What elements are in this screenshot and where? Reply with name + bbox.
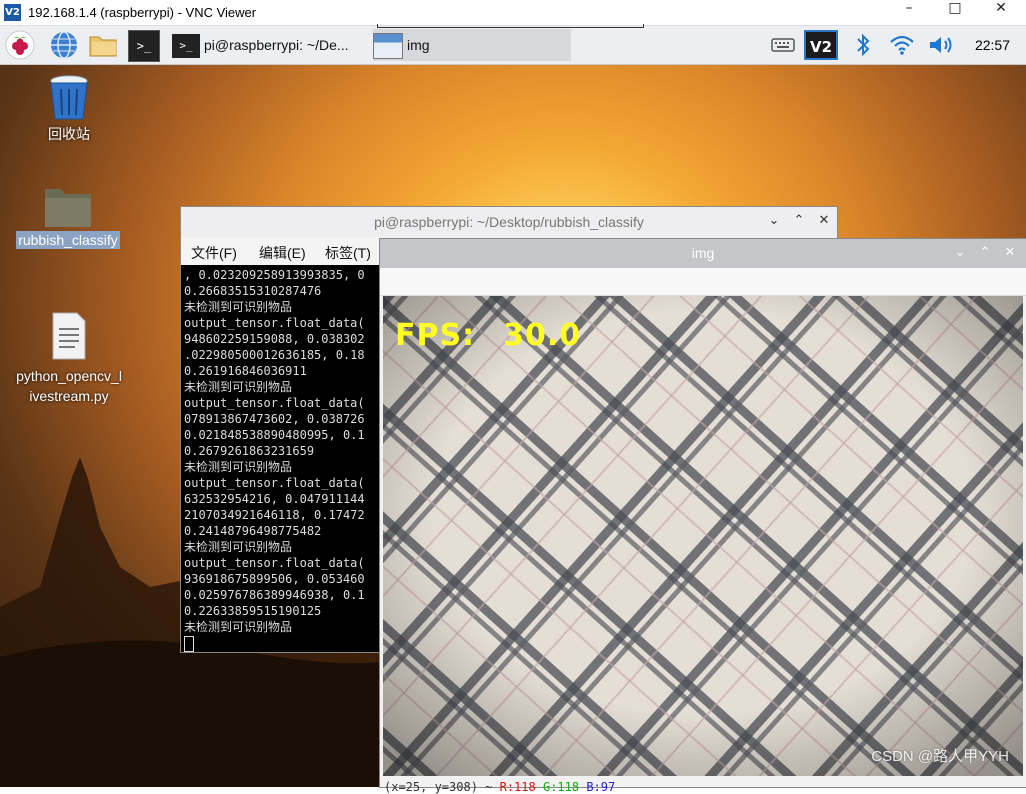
terminal-line: 2107034921646118, 0.17472 (184, 508, 365, 522)
fps-value: 30.0 (503, 318, 582, 353)
terminal-line: 未检测到可识别物品 (184, 460, 293, 474)
img-toolbar (380, 268, 1026, 296)
raspberry-menu-icon[interactable] (5, 30, 35, 60)
terminal-line: 未检测到可识别物品 (184, 300, 293, 314)
terminal-cursor (184, 635, 194, 652)
status-r: R:118 (499, 780, 536, 794)
img-title: img (691, 245, 715, 261)
fps-label: FPS: (395, 318, 476, 353)
terminal-line: 未检测到可识别物品 (184, 540, 293, 554)
desktop-icon-label: rubbish_classify (16, 231, 120, 249)
drag-outline (377, 24, 644, 28)
fps-overlay: FPS: 30.0 (395, 318, 581, 353)
terminal-line: output_tensor.float_data( (184, 396, 365, 410)
folder-icon (45, 189, 91, 227)
volume-icon[interactable] (926, 30, 956, 60)
terminal-line: 0.2679261863231659 (184, 444, 315, 458)
terminal-line: 632532954216, 0.047911144 (184, 492, 365, 506)
status-b: B:97 (586, 780, 616, 794)
window-icon (373, 33, 403, 60)
minimize-button[interactable]: – (886, 0, 932, 25)
menu-file[interactable]: 文件(F) (191, 243, 237, 263)
terminal-line: 0.26683515310287476 (184, 284, 322, 298)
vnc-server-icon[interactable]: V2 (804, 30, 838, 60)
terminal-line: 0.025976786389946938, 0.1 (184, 588, 365, 602)
watermark: CSDN @路人甲YYH (871, 748, 1009, 765)
terminal-launcher-icon[interactable]: >_ (128, 30, 160, 62)
vnc-logo-icon: V2 (4, 4, 21, 21)
clock: 22:57 (974, 37, 1010, 53)
terminal-line: 0.261916846036911 (184, 364, 307, 378)
terminal-line: 936918675899506, 0.053460 (184, 572, 365, 586)
taskbar-task-terminal-label: pi@raspberrypi: ~/De... (204, 37, 349, 53)
terminal-icon: >_ (172, 34, 200, 59)
menu-tabs[interactable]: 标签(T) (325, 243, 371, 263)
terminal-line: output_tensor.float_data( (184, 476, 365, 490)
keyboard-icon[interactable] (770, 30, 796, 60)
terminal-title: pi@raspberrypi: ~/Desktop/rubbish_classi… (374, 214, 644, 230)
img-window: img ⌄ ⌃ ✕ FPS: 30.0 CSDN @路人甲YYH (x=25, … (380, 239, 1026, 794)
close-icon[interactable]: ✕ (1001, 245, 1019, 260)
desktop-icon-label: 回收站 (48, 126, 90, 142)
chevron-up-icon[interactable]: ⌃ (790, 213, 808, 228)
trash-icon (50, 75, 88, 120)
desktop-icon-folder[interactable]: rubbish_classify (8, 185, 128, 249)
maximize-button[interactable]: □ (932, 0, 978, 25)
camera-frame[interactable]: FPS: 30.0 CSDN @路人甲YYH (383, 296, 1023, 776)
terminal-title-bar[interactable]: pi@raspberrypi: ~/Desktop/rubbish_classi… (181, 207, 837, 237)
img-title-bar[interactable]: img ⌄ ⌃ ✕ (380, 239, 1026, 268)
pixel-status: (x=25, y=308) ~ R:118 G:118 B:97 (384, 780, 616, 794)
chevron-down-icon[interactable]: ⌄ (765, 213, 783, 228)
plaid-texture (383, 296, 1023, 776)
taskbar-task-img-label: img (407, 37, 430, 53)
terminal-line: output_tensor.float_data( (184, 556, 365, 570)
terminal-line: 0.22633859515190125 (184, 604, 322, 618)
terminal-line: 078913867473602, 0.038726 (184, 412, 365, 426)
terminal-line: 未检测到可识别物品 (184, 620, 293, 634)
terminal-line: .022980500012636185, 0.18 (184, 348, 365, 362)
taskbar-task-img[interactable]: img (373, 29, 571, 61)
desktop-icon-file[interactable]: python_opencv_l ivestream.py (4, 291, 134, 426)
vnc-title-bar: V2 192.168.1.4 (raspberrypi) - VNC Viewe… (0, 0, 1026, 26)
terminal-line: 未检测到可识别物品 (184, 380, 293, 394)
close-button[interactable]: ✕ (978, 0, 1024, 25)
terminal-line: 0.24148796498775482 (184, 524, 322, 538)
text-file-icon (52, 312, 86, 360)
status-g: G:118 (542, 780, 580, 794)
terminal-line: output_tensor.float_data( (184, 316, 365, 330)
file-manager-icon[interactable] (88, 30, 118, 60)
desktop-icon-trash[interactable]: 回收站 (34, 73, 104, 144)
chevron-down-icon[interactable]: ⌄ (951, 245, 969, 260)
web-browser-icon[interactable] (49, 30, 79, 60)
status-coords: (x=25, y=308) ~ (384, 780, 493, 794)
taskbar-task-terminal[interactable]: >_ pi@raspberrypi: ~/De... (172, 29, 349, 61)
window-title: 192.168.1.4 (raspberrypi) - VNC Viewer (28, 5, 257, 20)
terminal-output[interactable]: , 0.023209258913993835, 0 0.2668351531028… (184, 267, 365, 652)
wifi-icon[interactable] (888, 30, 916, 60)
terminal-line: , 0.023209258913993835, 0 (184, 268, 365, 282)
taskbar: >_ >_ pi@raspberrypi: ~/De... img V2 22:5… (0, 24, 1026, 65)
terminal-line: 948602259159088, 0.038302 (184, 332, 365, 346)
close-icon[interactable]: ✕ (815, 213, 833, 228)
chevron-up-icon[interactable]: ⌃ (976, 245, 994, 260)
desktop-icon-label: python_opencv_l ivestream.py (16, 368, 122, 404)
bluetooth-icon[interactable] (852, 30, 874, 60)
menu-edit[interactable]: 编辑(E) (259, 243, 306, 263)
terminal-line: 0.021848538890480995, 0.1 (184, 428, 365, 442)
